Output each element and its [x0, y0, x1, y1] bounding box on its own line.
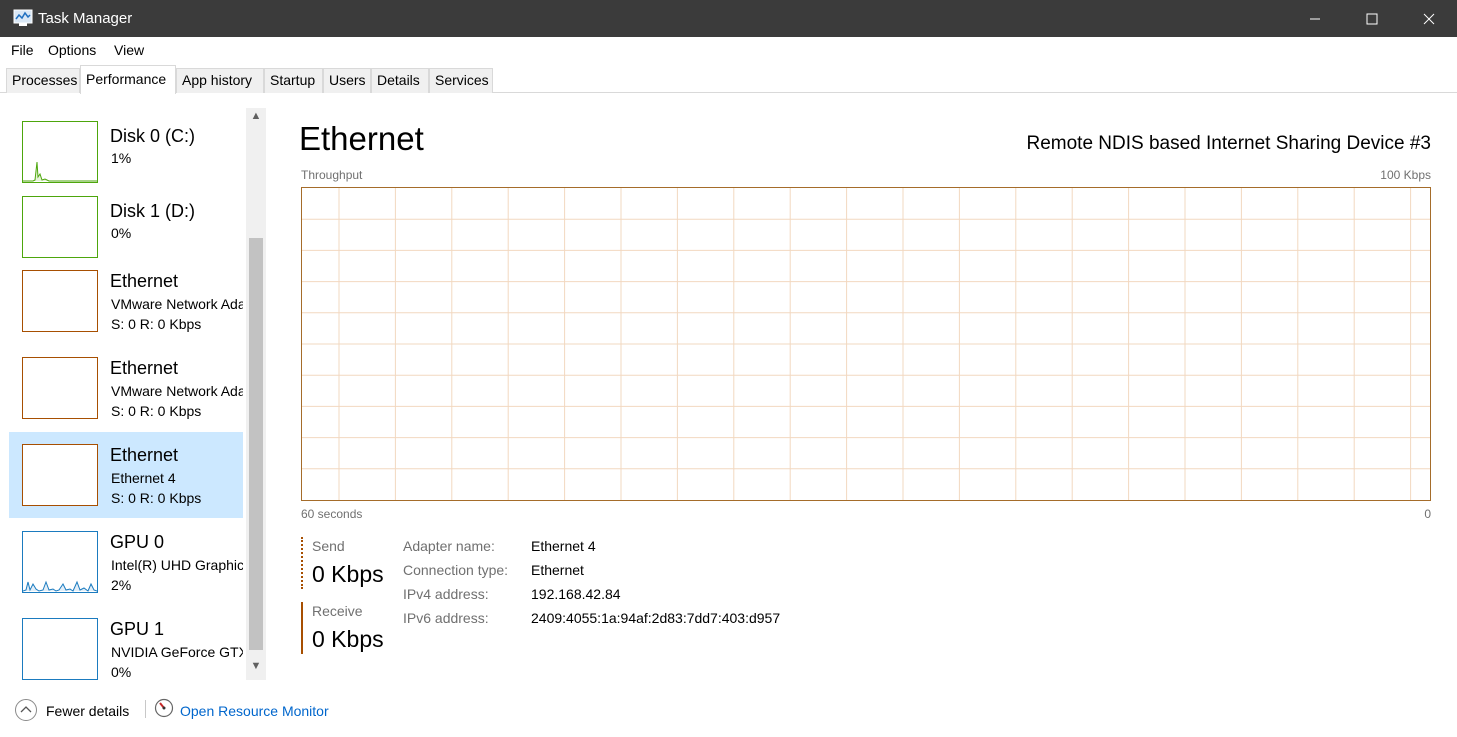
footer-divider: [145, 700, 146, 718]
footer-bar: Fewer details Open Resource Monitor: [0, 690, 1457, 737]
resource-sidebar: Disk 0 (C:) 1% Disk 1 (D:) 0% Ethernet V…: [6, 104, 268, 680]
sidebar-item-subtitle: Ethernet 4: [111, 470, 176, 486]
tab-performance[interactable]: Performance: [80, 65, 176, 94]
graph-min-label: 0: [1424, 507, 1431, 521]
ethernet-thumbnail-graph: [22, 357, 98, 419]
sidebar-item-rate: 1%: [111, 150, 132, 166]
sidebar-item-rate: S: 0 R: 0 Kbps: [111, 403, 202, 419]
page-title: Ethernet: [299, 120, 424, 157]
menu-options[interactable]: Options: [48, 42, 96, 58]
minimize-button[interactable]: [1287, 0, 1343, 37]
sidebar-scrollbar[interactable]: ▲ ▼: [246, 108, 266, 680]
tab-app-history[interactable]: App history: [176, 68, 264, 93]
property-value: 192.168.42.84: [531, 586, 621, 602]
sidebar-item-rate: 0%: [111, 664, 132, 680]
fewer-details-button[interactable]: Fewer details: [46, 703, 129, 719]
resource-monitor-icon: [154, 698, 174, 718]
property-value: Ethernet 4: [531, 538, 596, 554]
title-bar: Task Manager: [0, 0, 1457, 37]
device-name: Remote NDIS based Internet Sharing Devic…: [1026, 133, 1432, 154]
sidebar-item-title: Ethernet: [110, 358, 179, 378]
scroll-up-icon[interactable]: ▲: [249, 110, 263, 128]
property-key: Connection type:: [403, 562, 509, 578]
sidebar-item-subtitle: VMware Network Adapter VMnet1: [111, 296, 243, 312]
chevron-up-circle-icon[interactable]: [14, 698, 38, 722]
maximize-button[interactable]: [1344, 0, 1400, 37]
throughput-graph: [301, 187, 1431, 501]
sidebar-item-rate: S: 0 R: 0 Kbps: [111, 490, 202, 506]
property-key: Adapter name:: [403, 538, 495, 554]
gpu-1-thumbnail-graph: [22, 618, 98, 680]
property-value: 2409:4055:1a:94af:2d83:7dd7:403:d957: [531, 610, 781, 626]
gpu-0-thumbnail-graph: [22, 531, 98, 593]
sidebar-item-disk-0[interactable]: Disk 0 (C:) 1%: [9, 108, 243, 194]
sidebar-item-subtitle: NVIDIA GeForce GTX: [111, 644, 243, 660]
menu-view[interactable]: View: [114, 42, 144, 58]
sidebar-item-subtitle: VMware Network Adapter VMnet8: [111, 383, 243, 399]
sidebar-item-title: Ethernet: [110, 445, 179, 465]
sidebar-item-title: Disk 1 (D:): [110, 201, 195, 221]
ethernet-thumbnail-graph: [22, 444, 98, 506]
close-icon: [1423, 13, 1435, 24]
graph-grid: [302, 188, 1430, 500]
sidebar-item-ethernet-vmnet8[interactable]: Ethernet VMware Network Adapter VMnet8 S…: [9, 345, 243, 431]
sidebar-item-ethernet-4[interactable]: Ethernet Ethernet 4 S: 0 R: 0 Kbps: [9, 432, 243, 518]
sidebar-item-rate: 2%: [111, 577, 132, 593]
minimize-icon: [1310, 18, 1320, 19]
window-title: Task Manager: [38, 10, 133, 27]
open-resource-monitor-link[interactable]: Open Resource Monitor: [180, 703, 329, 719]
sidebar-item-ethernet-vmnet1[interactable]: Ethernet VMware Network Adapter VMnet1 S…: [9, 258, 243, 344]
send-label: Send: [312, 538, 345, 554]
tab-services[interactable]: Services: [429, 68, 493, 93]
sidebar-item-rate: S: 0 R: 0 Kbps: [111, 316, 202, 332]
ethernet-thumbnail-graph: [22, 270, 98, 332]
tab-processes[interactable]: Processes: [6, 68, 80, 93]
receive-value: 0 Kbps: [312, 626, 384, 652]
sidebar-item-title: GPU 1: [110, 619, 165, 639]
send-legend-bar: [301, 537, 303, 589]
scrollbar-thumb[interactable]: [249, 238, 263, 650]
sidebar-item-rate: 0%: [111, 225, 132, 241]
scroll-down-icon[interactable]: ▼: [249, 660, 263, 678]
disk-0-thumbnail-graph: [22, 121, 98, 183]
sidebar-item-subtitle: Intel(R) UHD Graphics 630: [111, 557, 243, 573]
throughput-label: Throughput: [301, 168, 363, 182]
maximize-icon: [1366, 13, 1378, 24]
property-key: IPv4 address:: [403, 586, 489, 602]
sidebar-item-gpu-0[interactable]: GPU 0 Intel(R) UHD Graphics 630 2%: [9, 519, 243, 605]
sidebar-item-disk-1[interactable]: Disk 1 (D:) 0%: [9, 183, 243, 269]
tab-startup[interactable]: Startup: [264, 68, 323, 93]
close-button[interactable]: [1401, 0, 1457, 37]
graph-time-label: 60 seconds: [301, 507, 363, 521]
send-stat: Send 0 Kbps: [301, 537, 401, 593]
receive-legend-bar: [301, 602, 303, 654]
graph-max-label: 100 Kbps: [1380, 168, 1431, 182]
receive-stat: Receive 0 Kbps: [301, 602, 401, 658]
tab-users[interactable]: Users: [323, 68, 371, 93]
disk-1-thumbnail-graph: [22, 196, 98, 258]
menu-file[interactable]: File: [11, 42, 34, 58]
property-key: IPv6 address:: [403, 610, 489, 626]
sidebar-item-title: Ethernet: [110, 271, 179, 291]
property-value: Ethernet: [531, 562, 584, 578]
task-manager-icon: [13, 9, 33, 26]
sidebar-item-gpu-1[interactable]: GPU 1 NVIDIA GeForce GTX 0%: [9, 606, 243, 680]
tab-details[interactable]: Details: [371, 68, 429, 93]
tab-strip: Processes Performance App history Startu…: [0, 62, 1457, 94]
send-value: 0 Kbps: [312, 561, 384, 587]
sidebar-item-title: Disk 0 (C:): [110, 126, 195, 146]
receive-label: Receive: [312, 603, 363, 619]
menu-bar: File Options View: [0, 37, 1457, 62]
sidebar-item-title: GPU 0: [110, 532, 165, 552]
